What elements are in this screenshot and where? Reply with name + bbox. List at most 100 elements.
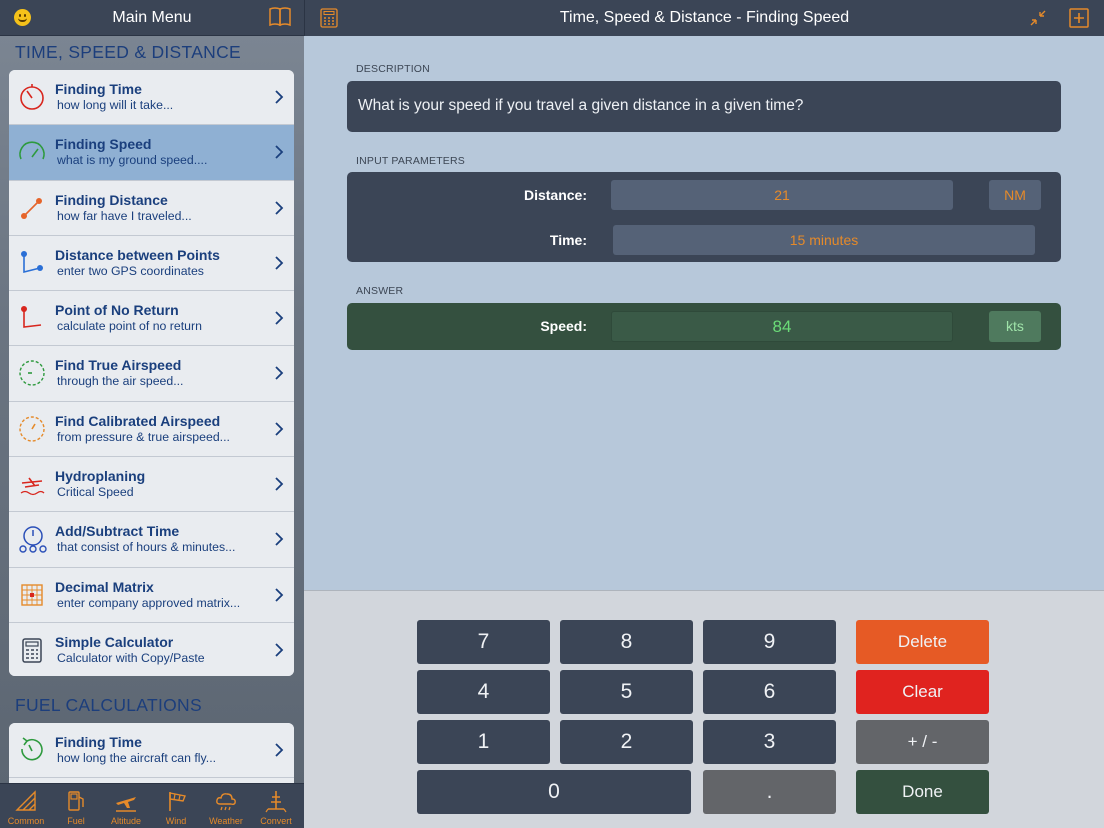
tab-convert[interactable]: Convert [251, 784, 301, 828]
answer-label: ANSWER [356, 285, 404, 297]
stopwatch-icon [20, 84, 44, 110]
tab-label: Common [7, 816, 45, 826]
distance-field[interactable]: 21 [611, 180, 953, 210]
chevron-right-icon [275, 256, 284, 270]
menu-item-title: Finding Distance [55, 191, 168, 208]
clear-button[interactable]: Clear [856, 670, 989, 714]
menu-item-distance-between-points[interactable]: Distance between Points enter two GPS co… [9, 235, 294, 292]
true-airspeed-icon [19, 360, 45, 387]
calculator-icon [22, 638, 42, 663]
tab-wind[interactable]: Wind [151, 784, 201, 828]
no-return-icon [21, 306, 42, 329]
menu-item-fuel-finding-time[interactable]: Finding Time how long the aircraft can f… [9, 723, 294, 779]
add-bookmark-icon[interactable] [1068, 7, 1090, 29]
description-label: DESCRIPTION [356, 63, 430, 75]
description-text: What is your speed if you travel a given… [358, 97, 804, 114]
book-icon[interactable] [268, 6, 292, 28]
menu-item-title: Finding Time [55, 734, 142, 750]
done-button[interactable]: Done [856, 770, 989, 814]
answer-box: Speed: 84 kts [347, 303, 1061, 350]
tab-fuel[interactable]: Fuel [51, 784, 101, 828]
key-7[interactable]: 7 [417, 620, 550, 664]
menu-item-finding-time[interactable]: Finding Time how long will it take... [9, 70, 294, 126]
hydroplaning-icon [20, 477, 45, 496]
numeric-keypad: 7 8 9 Delete 4 5 6 Clear 1 2 3 + / - 0 .… [304, 590, 1104, 828]
menu-item-title: Decimal Matrix [55, 578, 154, 595]
menu-item-subtitle: calculate point of no return [57, 319, 202, 334]
delete-button[interactable]: Delete [856, 620, 989, 664]
tab-common[interactable]: Common [1, 784, 51, 828]
decimal-point-key[interactable]: . [703, 770, 836, 814]
menu-item-decimal-matrix[interactable]: Decimal Matrix enter company approved ma… [9, 567, 294, 623]
tsd-menu-list: Finding Time how long will it take... Fi… [9, 70, 294, 676]
chevron-right-icon [275, 643, 284, 657]
distance-label: Distance: [523, 187, 587, 203]
menu-item-title: Finding Speed [55, 136, 152, 153]
menu-item-finding-speed[interactable]: Finding Speed what is my ground speed...… [9, 125, 294, 181]
menu-item-title: Point of No Return [55, 302, 179, 319]
menu-item-title: Find True Airspeed [55, 357, 182, 374]
add-time-icon [19, 526, 47, 554]
tab-altitude[interactable]: Altitude [101, 784, 151, 828]
menu-item-title: Add/Subtract Time [55, 523, 180, 540]
key-3[interactable]: 3 [703, 720, 836, 764]
bottom-tab-bar: Common Fuel Altitude Wind Weather Conver… [0, 783, 304, 828]
key-8[interactable]: 8 [560, 620, 693, 664]
tab-label: Weather [209, 816, 243, 826]
menu-item-add-subtract-time[interactable]: Add/Subtract Time that consist of hours … [9, 512, 294, 568]
key-5[interactable]: 5 [560, 670, 693, 714]
chevron-right-icon [275, 90, 284, 104]
chevron-right-icon [275, 145, 284, 159]
speed-label: Speed: [540, 318, 587, 334]
menu-item-find-true-airspeed[interactable]: Find True Airspeed through the air speed… [9, 346, 294, 402]
key-9[interactable]: 9 [703, 620, 836, 664]
altitude-icon [116, 797, 136, 812]
chevron-right-icon [275, 477, 284, 491]
tab-label: Altitude [110, 816, 142, 826]
tab-label: Fuel [67, 816, 85, 826]
tab-label: Wind [165, 816, 187, 826]
main-menu-panel: Main Menu TIME, SPEED & DISTANCE Finding… [0, 0, 304, 828]
matrix-icon [21, 583, 43, 606]
menu-item-point-of-no-return[interactable]: Point of No Return calculate point of no… [9, 291, 294, 347]
calibrated-airspeed-icon [19, 416, 45, 442]
menu-item-subtitle: enter two GPS coordinates [57, 263, 204, 278]
section-title-tsd: TIME, SPEED & DISTANCE [15, 42, 242, 62]
menu-item-subtitle: Critical Speed [57, 485, 134, 500]
plus-minus-button[interactable]: + / - [856, 720, 989, 764]
menu-item-finding-distance[interactable]: Finding Distance how far have I traveled… [9, 180, 294, 236]
key-4[interactable]: 4 [417, 670, 550, 714]
chevron-right-icon [275, 532, 284, 547]
menu-item-hydroplaning[interactable]: Hydroplaning Critical Speed [9, 457, 294, 513]
time-field[interactable]: 15 minutes [613, 225, 1035, 255]
distance-unit-button[interactable]: NM [989, 180, 1041, 210]
weather-icon [216, 793, 236, 811]
main-menu-title: Main Menu [112, 9, 192, 26]
speed-unit-button[interactable]: kts [989, 311, 1041, 342]
input-parameters-box: Distance: 21 NM Time: 15 minutes [347, 172, 1061, 262]
menu-item-title: Hydroplaning [55, 468, 146, 485]
chevron-right-icon [275, 588, 284, 602]
menu-item-title: Find Calibrated Airspeed [55, 412, 221, 429]
menu-item-subtitle: through the air speed... [57, 374, 184, 389]
key-6[interactable]: 6 [703, 670, 836, 714]
menu-item-subtitle: that consist of hours & minutes... [57, 540, 236, 555]
detail-title: Time, Speed & Distance - Finding Speed [559, 9, 850, 26]
section-title-fuel: FUEL CALCULATIONS [15, 695, 202, 715]
key-0[interactable]: 0 [417, 770, 691, 814]
fuel-icon [68, 791, 84, 811]
distance-icon [21, 197, 42, 219]
wind-icon [169, 792, 186, 811]
key-1[interactable]: 1 [417, 720, 550, 764]
detail-header: Time, Speed & Distance - Finding Speed [304, 0, 1104, 36]
tab-weather[interactable]: Weather [201, 784, 251, 828]
key-2[interactable]: 2 [560, 720, 693, 764]
collapse-icon[interactable] [1028, 8, 1048, 28]
menu-item-subtitle: how long will it take... [57, 98, 174, 112]
menu-item-find-calibrated-airspeed[interactable]: Find Calibrated Airspeed from pressure &… [9, 401, 294, 458]
gps-points-icon [21, 250, 43, 273]
chevron-right-icon [275, 311, 284, 325]
menu-item-subtitle: how far have I traveled... [57, 208, 192, 223]
main-menu-header: Main Menu [0, 0, 304, 36]
menu-item-simple-calculator[interactable]: Simple Calculator Calculator with Copy/P… [9, 622, 294, 676]
